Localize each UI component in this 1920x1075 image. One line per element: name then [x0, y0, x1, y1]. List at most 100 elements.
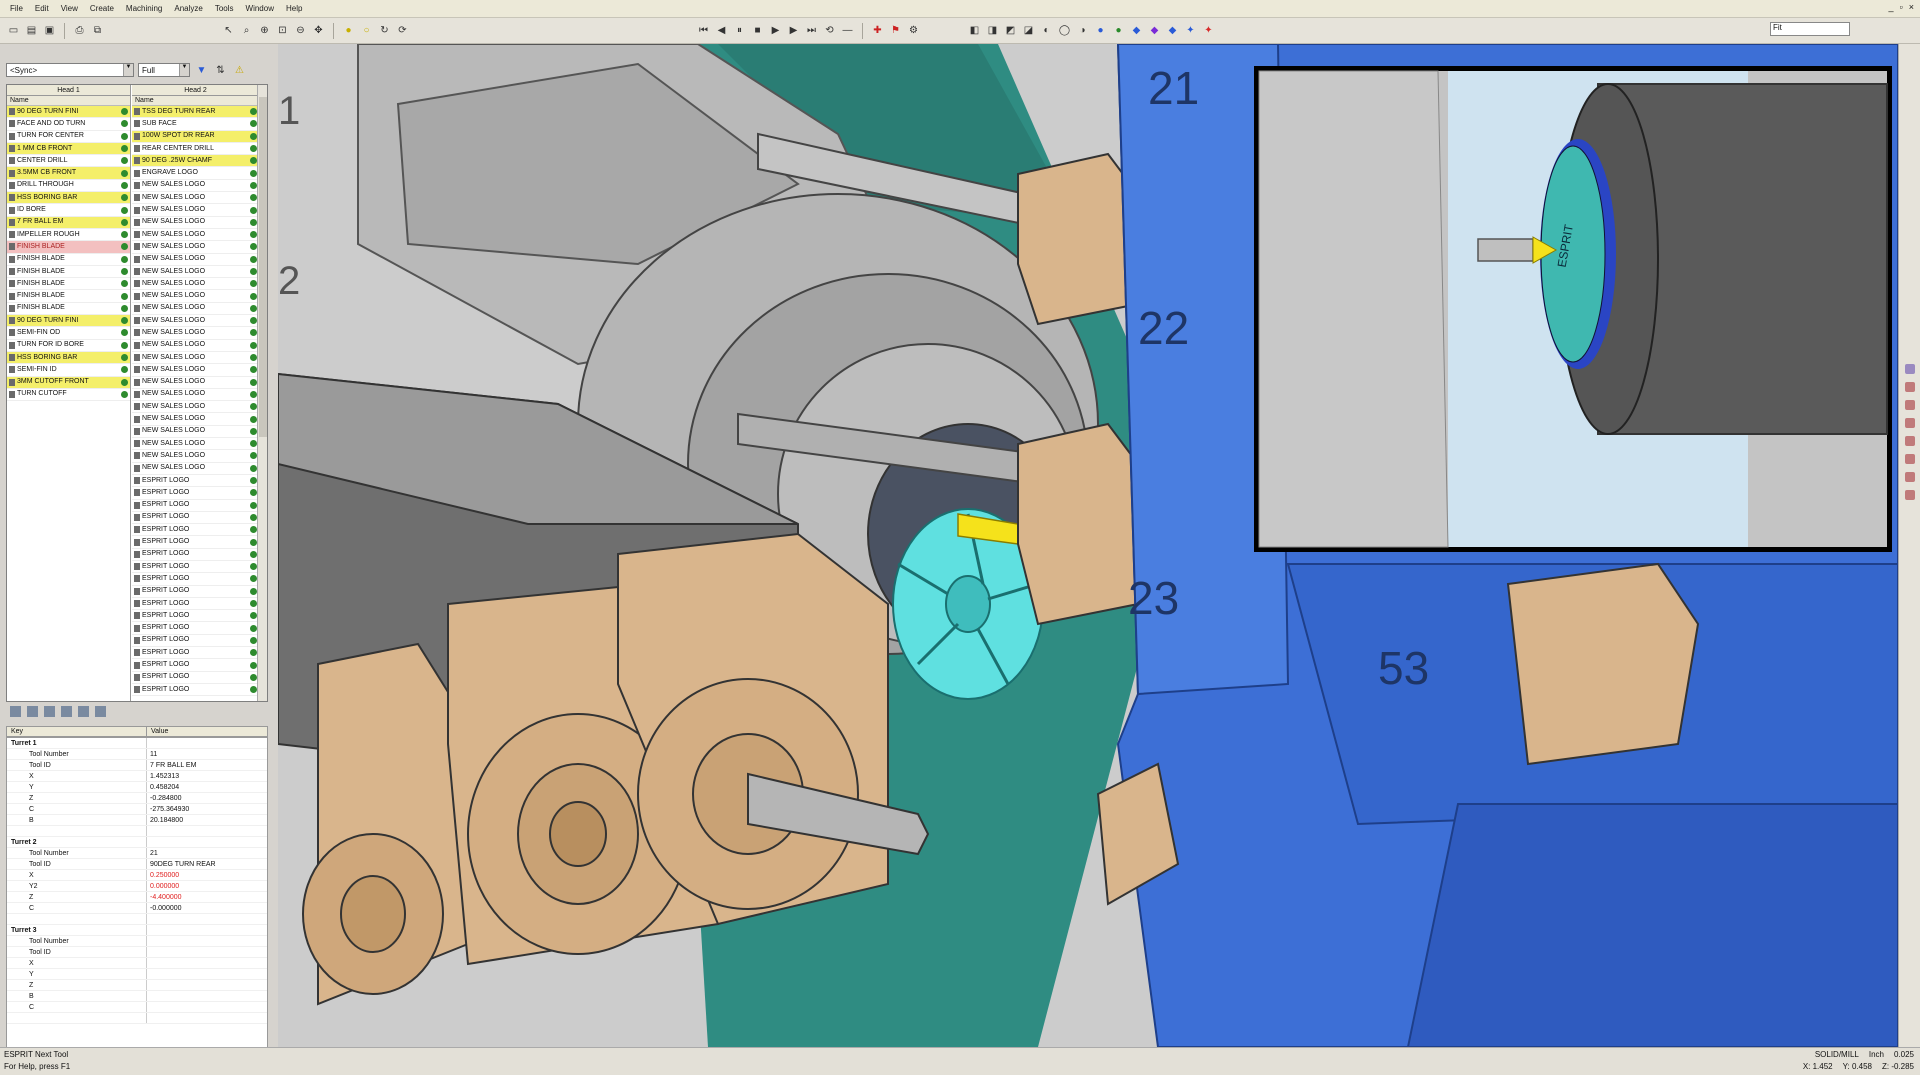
- play-icon[interactable]: ▶: [768, 23, 783, 38]
- operation-row[interactable]: ESPRIT LOGO: [132, 573, 259, 586]
- property-row[interactable]: Tool Number: [7, 936, 267, 947]
- operation-row[interactable]: NEW SALES LOGO: [132, 364, 259, 377]
- operation-row[interactable]: ENGRAVE LOGO: [132, 167, 259, 180]
- menu-machining[interactable]: Machining: [120, 4, 168, 13]
- menu-create[interactable]: Create: [84, 4, 120, 13]
- menu-analyze[interactable]: Analyze: [168, 4, 208, 13]
- operation-row[interactable]: NEW SALES LOGO: [132, 438, 259, 451]
- tool-icon[interactable]: ◆: [1147, 23, 1162, 38]
- operation-row[interactable]: NEW SALES LOGO: [132, 241, 259, 254]
- operation-row[interactable]: SEMI-FIN ID: [7, 364, 130, 377]
- property-row[interactable]: C -0.000000: [7, 903, 267, 914]
- operation-row[interactable]: NEW SALES LOGO: [132, 229, 259, 242]
- zoom-icon[interactable]: ⌕: [239, 23, 254, 38]
- property-row[interactable]: Z -0.284800: [7, 793, 267, 804]
- operation-row[interactable]: 7 FR BALL EM: [7, 216, 130, 229]
- last-step-icon[interactable]: ⏭: [804, 23, 819, 38]
- property-row[interactable]: X 0.250000: [7, 870, 267, 881]
- 3d-viewport[interactable]: 21 22 23 53 1 2 ESPRIT: [278, 44, 1898, 1047]
- view-front-icon[interactable]: ◩: [1003, 23, 1018, 38]
- menu-tools[interactable]: Tools: [209, 4, 240, 13]
- zoom-in-icon[interactable]: ⊕: [257, 23, 272, 38]
- pause-icon[interactable]: ⏸: [732, 23, 747, 38]
- operation-row[interactable]: NEW SALES LOGO: [132, 278, 259, 291]
- property-row[interactable]: Tool ID 90DEG TURN REAR: [7, 859, 267, 870]
- scrollbar-thumb[interactable]: [259, 97, 267, 437]
- zoom-prev-icon[interactable]: ⊖: [293, 23, 308, 38]
- property-row[interactable]: B 20.184800: [7, 815, 267, 826]
- first-step-icon[interactable]: ⏮: [696, 23, 711, 38]
- operation-row[interactable]: ESPRIT LOGO: [132, 549, 259, 561]
- property-row[interactable]: Z -4.400000: [7, 892, 267, 903]
- operation-row[interactable]: NEW SALES LOGO: [132, 352, 259, 365]
- minimize-icon[interactable]: _: [1889, 2, 1894, 12]
- operation-row[interactable]: 90 DEG TURN FINI: [7, 106, 130, 119]
- warning-icon[interactable]: ⚠: [232, 63, 247, 78]
- view-top-icon[interactable]: ◨: [985, 23, 1000, 38]
- property-row[interactable]: Tool Number 21: [7, 848, 267, 859]
- property-row[interactable]: Y 0.458204: [7, 782, 267, 793]
- step-forward-icon[interactable]: ▶: [786, 23, 801, 38]
- property-row[interactable]: X: [7, 958, 267, 969]
- tool-icon[interactable]: [1904, 418, 1915, 428]
- operation-row[interactable]: NEW SALES LOGO: [132, 463, 259, 475]
- operation-row[interactable]: 90 DEG .25W CHAMF: [132, 155, 259, 168]
- operation-row[interactable]: FINISH BLADE: [7, 303, 130, 316]
- render-icon[interactable]: ●: [1093, 23, 1108, 38]
- lightbulb-icon[interactable]: ●: [341, 23, 356, 38]
- operation-row[interactable]: 1 MM CB FRONT: [7, 142, 130, 156]
- operation-row[interactable]: NEW SALES LOGO: [132, 204, 259, 217]
- loop-icon[interactable]: ⟲: [822, 23, 837, 38]
- operation-row[interactable]: TURN FOR ID BORE: [7, 340, 130, 352]
- operation-row[interactable]: ID BORE: [7, 204, 130, 217]
- operation-row[interactable]: HSS BORING BAR: [7, 351, 130, 365]
- operation-row[interactable]: DRILL THROUGH: [7, 180, 130, 193]
- operation-row[interactable]: ESPRIT LOGO: [132, 536, 259, 549]
- hidden-line-icon[interactable]: ◑: [1075, 23, 1090, 38]
- tool-icon[interactable]: [1904, 400, 1915, 410]
- operation-row[interactable]: SUB FACE: [132, 118, 259, 131]
- operation-row[interactable]: NEW SALES LOGO: [132, 426, 259, 439]
- property-group[interactable]: Turret 2: [7, 837, 267, 848]
- operation-row[interactable]: FINISH BLADE: [7, 241, 130, 254]
- new-file-icon[interactable]: ▭: [6, 23, 21, 38]
- menu-window[interactable]: Window: [240, 4, 280, 13]
- operation-row[interactable]: NEW SALES LOGO: [132, 315, 259, 328]
- key-header[interactable]: Key: [7, 727, 147, 736]
- operation-row[interactable]: ESPRIT LOGO: [132, 598, 259, 611]
- operation-row[interactable]: NEW SALES LOGO: [132, 413, 259, 426]
- operation-row[interactable]: 3MM CUTOFF FRONT: [7, 376, 130, 389]
- operation-row[interactable]: NEW SALES LOGO: [132, 192, 259, 205]
- operation-row[interactable]: NEW SALES LOGO: [132, 401, 259, 414]
- fixture-icon[interactable]: ◆: [1165, 23, 1180, 38]
- operation-row[interactable]: NEW SALES LOGO: [132, 180, 259, 193]
- tool-icon[interactable]: [1904, 382, 1915, 392]
- property-row[interactable]: Tool ID: [7, 947, 267, 958]
- tool-icon[interactable]: [1904, 454, 1915, 464]
- zoom-select[interactable]: Fit: [1770, 22, 1850, 36]
- operation-row[interactable]: REAR CENTER DRILL: [132, 143, 259, 156]
- stock-icon[interactable]: ◆: [1129, 23, 1144, 38]
- operation-row[interactable]: NEW SALES LOGO: [132, 290, 259, 303]
- operation-row[interactable]: NEW SALES LOGO: [132, 389, 259, 402]
- menu-edit[interactable]: Edit: [29, 4, 55, 13]
- operation-row[interactable]: TURN FOR CENTER: [7, 131, 130, 143]
- property-group[interactable]: Turret 1: [7, 738, 267, 749]
- copy-icon[interactable]: ⧉: [90, 23, 105, 38]
- zoom-window-icon[interactable]: ⊡: [275, 23, 290, 38]
- operation-row[interactable]: TSS DEG TURN REAR: [132, 106, 259, 119]
- value-header[interactable]: Value: [147, 727, 168, 736]
- open-folder-icon[interactable]: ▤: [24, 23, 39, 38]
- tool-icon[interactable]: [1904, 472, 1915, 482]
- pan-icon[interactable]: ✥: [311, 23, 326, 38]
- stop-icon[interactable]: ■: [750, 23, 765, 38]
- operation-row[interactable]: NEW SALES LOGO: [132, 217, 259, 229]
- operation-row[interactable]: ESPRIT LOGO: [132, 586, 259, 598]
- flag-icon[interactable]: ⚑: [888, 23, 903, 38]
- view-iso-icon[interactable]: ◧: [967, 23, 982, 38]
- wireframe-icon[interactable]: ◯: [1057, 23, 1072, 38]
- refresh-icon[interactable]: ⟳: [395, 23, 410, 38]
- operation-row[interactable]: ESPRIT LOGO: [132, 684, 259, 697]
- print-icon[interactable]: ⎙: [72, 23, 87, 38]
- operation-row[interactable]: ESPRIT LOGO: [132, 659, 259, 672]
